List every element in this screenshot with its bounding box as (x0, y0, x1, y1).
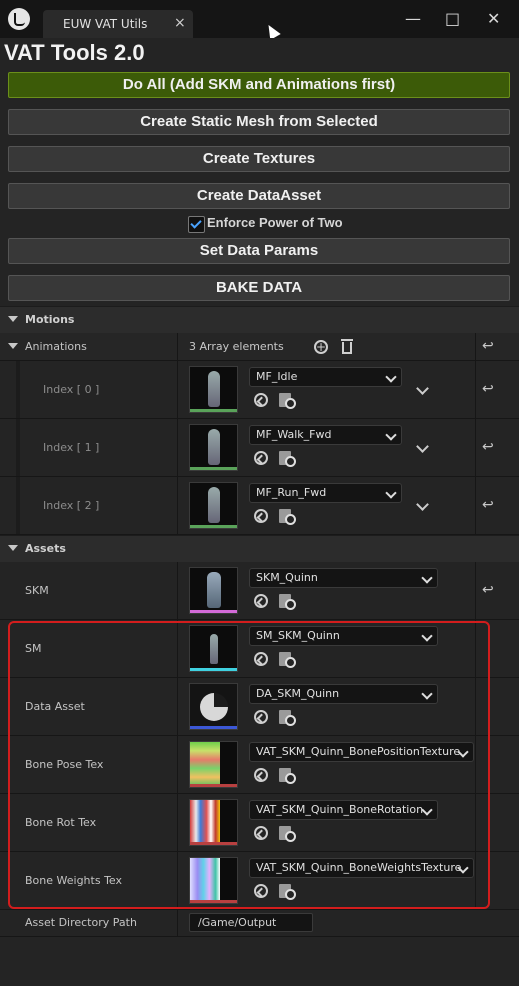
asset-row-label: SKM (25, 584, 49, 597)
use-selected-icon[interactable] (254, 451, 268, 465)
maximize-button[interactable]: □ (445, 9, 460, 28)
animation-thumbnail[interactable] (189, 424, 238, 471)
do-all-button[interactable]: Do All (Add SKM and Animations first) (8, 72, 510, 98)
asset-row-skm: SKM SKM_Quinn ↩ (0, 562, 519, 620)
minimize-button[interactable]: — (405, 9, 421, 28)
browse-asset-icon[interactable] (279, 509, 296, 525)
collapse-arrow-icon[interactable] (8, 545, 18, 551)
animations-label: Animations (25, 340, 87, 353)
indent-bar (16, 419, 20, 476)
character-figure-icon (208, 487, 220, 523)
animation-thumbnail[interactable] (189, 366, 238, 413)
enforce-power-of-two-label: Enforce Power of Two (207, 215, 343, 230)
asset-thumbnail[interactable] (189, 567, 238, 614)
unreal-logo-icon (8, 8, 30, 30)
character-figure-icon (207, 572, 221, 608)
animations-collapse-arrow-icon[interactable] (8, 343, 18, 349)
chevron-down-icon (385, 487, 397, 499)
use-selected-icon[interactable] (254, 594, 268, 608)
column-divider (475, 419, 476, 476)
create-static-mesh-button[interactable]: Create Static Mesh from Selected (8, 109, 510, 135)
expand-chevron-icon[interactable] (416, 498, 429, 511)
column-divider (177, 477, 178, 534)
reset-to-default-icon[interactable]: ↩ (482, 582, 494, 598)
combo-value: MF_Idle (256, 370, 298, 383)
chevron-down-icon (385, 371, 397, 383)
column-divider (177, 562, 178, 619)
collapse-arrow-icon[interactable] (8, 316, 18, 322)
use-selected-icon[interactable] (254, 509, 268, 523)
asset-type-stripe (190, 610, 237, 613)
animation-asset-combo[interactable]: MF_Idle (249, 367, 402, 387)
animation-thumbnail[interactable] (189, 482, 238, 529)
assets-section-header[interactable]: Assets (0, 535, 519, 563)
browse-asset-icon[interactable] (279, 594, 296, 610)
tab-close-icon[interactable]: × (174, 15, 186, 31)
create-textures-button[interactable]: Create Textures (8, 146, 510, 172)
asset-directory-row: Asset Directory Path /Game/Output (0, 910, 519, 937)
combo-value: SKM_Quinn (256, 571, 318, 584)
character-figure-icon (208, 371, 220, 407)
asset-type-stripe (190, 467, 237, 470)
highlight-box (8, 621, 490, 909)
animation-index-row: Index [ 0 ] MF_Idle ↩ (0, 361, 519, 419)
browse-asset-icon[interactable] (279, 451, 296, 467)
assets-section-label: Assets (25, 542, 66, 555)
animation-index-row: Index [ 1 ] MF_Walk_Fwd ↩ (0, 419, 519, 477)
create-data-asset-button[interactable]: Create DataAsset (8, 183, 510, 209)
asset-type-stripe (190, 525, 237, 528)
animation-asset-combo[interactable]: MF_Walk_Fwd (249, 425, 402, 445)
expand-chevron-icon[interactable] (416, 440, 429, 453)
title-bar: EUW VAT Utils × — □ ✕ (0, 0, 519, 41)
reset-to-default-icon[interactable]: ↩ (482, 439, 494, 455)
animation-index-row: Index [ 2 ] MF_Run_Fwd ↩ (0, 477, 519, 535)
close-window-button[interactable]: ✕ (487, 9, 500, 28)
column-divider (475, 333, 476, 360)
asset-type-stripe (190, 409, 237, 412)
motions-section-header[interactable]: Motions (0, 306, 519, 334)
array-count-text: 3 Array elements (189, 340, 284, 353)
animation-asset-combo[interactable]: MF_Run_Fwd (249, 483, 402, 503)
delete-all-icon[interactable] (341, 339, 353, 354)
index-label: Index [ 2 ] (43, 499, 100, 512)
expand-chevron-icon[interactable] (416, 382, 429, 395)
tab-label: EUW VAT Utils (63, 17, 148, 31)
character-figure-icon (208, 429, 220, 465)
column-divider (177, 419, 178, 476)
column-divider (177, 333, 178, 360)
column-divider (177, 361, 178, 418)
use-selected-icon[interactable] (254, 393, 268, 407)
index-label: Index [ 1 ] (43, 441, 100, 454)
reset-to-default-icon[interactable]: ↩ (482, 381, 494, 397)
asset-combo[interactable]: SKM_Quinn (249, 568, 438, 588)
page-title: VAT Tools 2.0 (4, 40, 145, 65)
add-element-icon[interactable]: + (314, 340, 328, 354)
browse-asset-icon[interactable] (279, 393, 296, 409)
asset-directory-input[interactable]: /Game/Output (189, 913, 313, 932)
bake-data-button[interactable]: BAKE DATA (8, 275, 510, 301)
reset-to-default-icon[interactable]: ↩ (482, 497, 494, 513)
chevron-down-icon (385, 429, 397, 441)
tab-euw-vat-utils[interactable]: EUW VAT Utils × (43, 10, 193, 38)
combo-value: MF_Run_Fwd (256, 486, 327, 499)
combo-value: MF_Walk_Fwd (256, 428, 332, 441)
column-divider (475, 361, 476, 418)
checkbox-checked-icon[interactable] (188, 216, 205, 233)
indent-bar (16, 477, 20, 534)
column-divider (475, 477, 476, 534)
set-data-params-button[interactable]: Set Data Params (8, 238, 510, 264)
index-label: Index [ 0 ] (43, 383, 100, 396)
asset-directory-label: Asset Directory Path (25, 916, 137, 929)
motions-section-label: Motions (25, 313, 75, 326)
reset-to-default-icon[interactable]: ↩ (482, 338, 494, 354)
chevron-down-icon (421, 572, 433, 584)
animations-row: Animations 3 Array elements + ↩ (0, 333, 519, 361)
column-divider (177, 910, 178, 936)
indent-bar (16, 361, 20, 418)
column-divider (475, 562, 476, 619)
